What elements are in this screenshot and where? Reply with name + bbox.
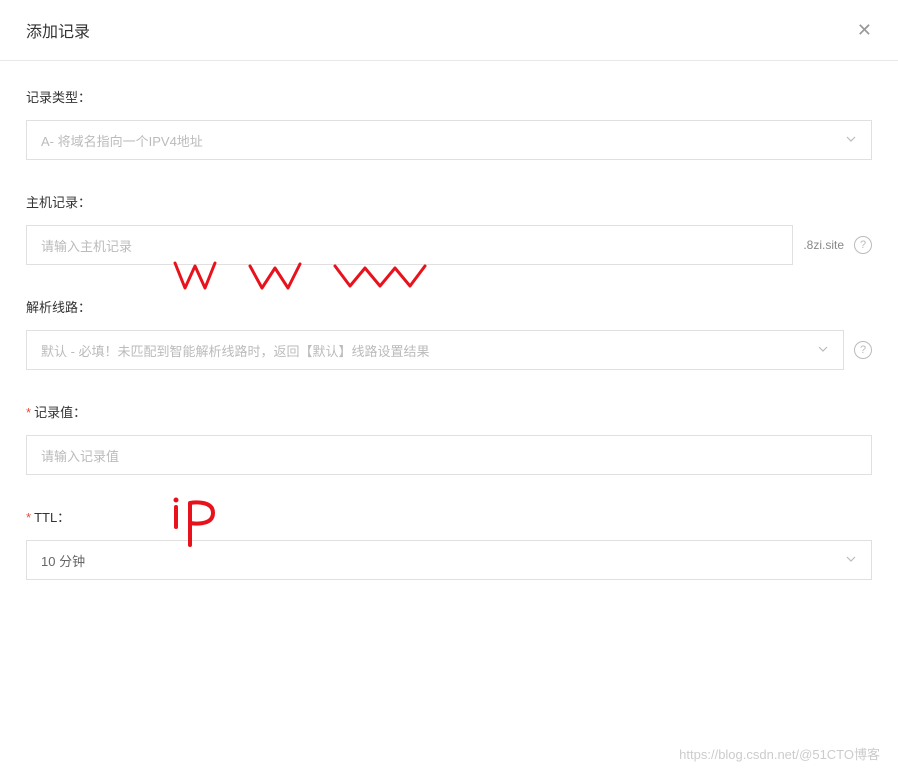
record-value-input[interactable]: 请输入记录值 [26, 435, 872, 475]
help-icon[interactable]: ? [854, 236, 872, 254]
record-type-group: 记录类型： A- 将域名指向一个IPV4地址 [26, 87, 872, 160]
ttl-select[interactable]: 10 分钟 [26, 540, 872, 580]
host-record-label: 主机记录： [26, 192, 872, 211]
watermark: https://blog.csdn.net/@51CTO博客 [679, 744, 880, 763]
record-type-select[interactable]: A- 将域名指向一个IPV4地址 [26, 120, 872, 160]
modal-body: 记录类型： A- 将域名指向一个IPV4地址 主机记录： 请输入主机记录 .8z… [0, 61, 898, 622]
resolve-line-value: 默认 - 必填！未匹配到智能解析线路时，返回【默认】线路设置结果 [41, 341, 817, 360]
chevron-down-icon [817, 343, 829, 358]
ttl-label: *TTL： [26, 507, 872, 526]
chevron-down-icon [845, 133, 857, 148]
record-type-value: A- 将域名指向一个IPV4地址 [41, 131, 845, 150]
resolve-line-row: 默认 - 必填！未匹配到智能解析线路时，返回【默认】线路设置结果 ? [26, 330, 872, 370]
resolve-line-label: 解析线路： [26, 297, 872, 316]
resolve-line-group: 解析线路： 默认 - 必填！未匹配到智能解析线路时，返回【默认】线路设置结果 ? [26, 297, 872, 370]
record-value-placeholder: 请输入记录值 [41, 446, 857, 465]
help-icon[interactable]: ? [854, 341, 872, 359]
record-type-label: 记录类型： [26, 87, 872, 106]
record-value-group: *记录值： 请输入记录值 [26, 402, 872, 475]
close-icon[interactable]: ✕ [857, 20, 872, 41]
host-record-group: 主机记录： 请输入主机记录 .8zi.site ? [26, 192, 872, 265]
ttl-group: *TTL： 10 分钟 [26, 507, 872, 580]
chevron-down-icon [845, 553, 857, 568]
required-star: * [26, 405, 31, 420]
resolve-line-select[interactable]: 默认 - 必填！未匹配到智能解析线路时，返回【默认】线路设置结果 [26, 330, 844, 370]
modal-header: 添加记录 ✕ [0, 0, 898, 61]
record-value-label: *记录值： [26, 402, 872, 421]
host-record-placeholder: 请输入主机记录 [41, 236, 778, 255]
host-record-row: 请输入主机记录 .8zi.site ? [26, 225, 872, 265]
host-record-input[interactable]: 请输入主机记录 [26, 225, 793, 265]
host-record-suffix: .8zi.site [803, 238, 844, 252]
required-star: * [26, 510, 31, 525]
ttl-value: 10 分钟 [41, 551, 845, 570]
modal-title: 添加记录 [26, 18, 90, 42]
